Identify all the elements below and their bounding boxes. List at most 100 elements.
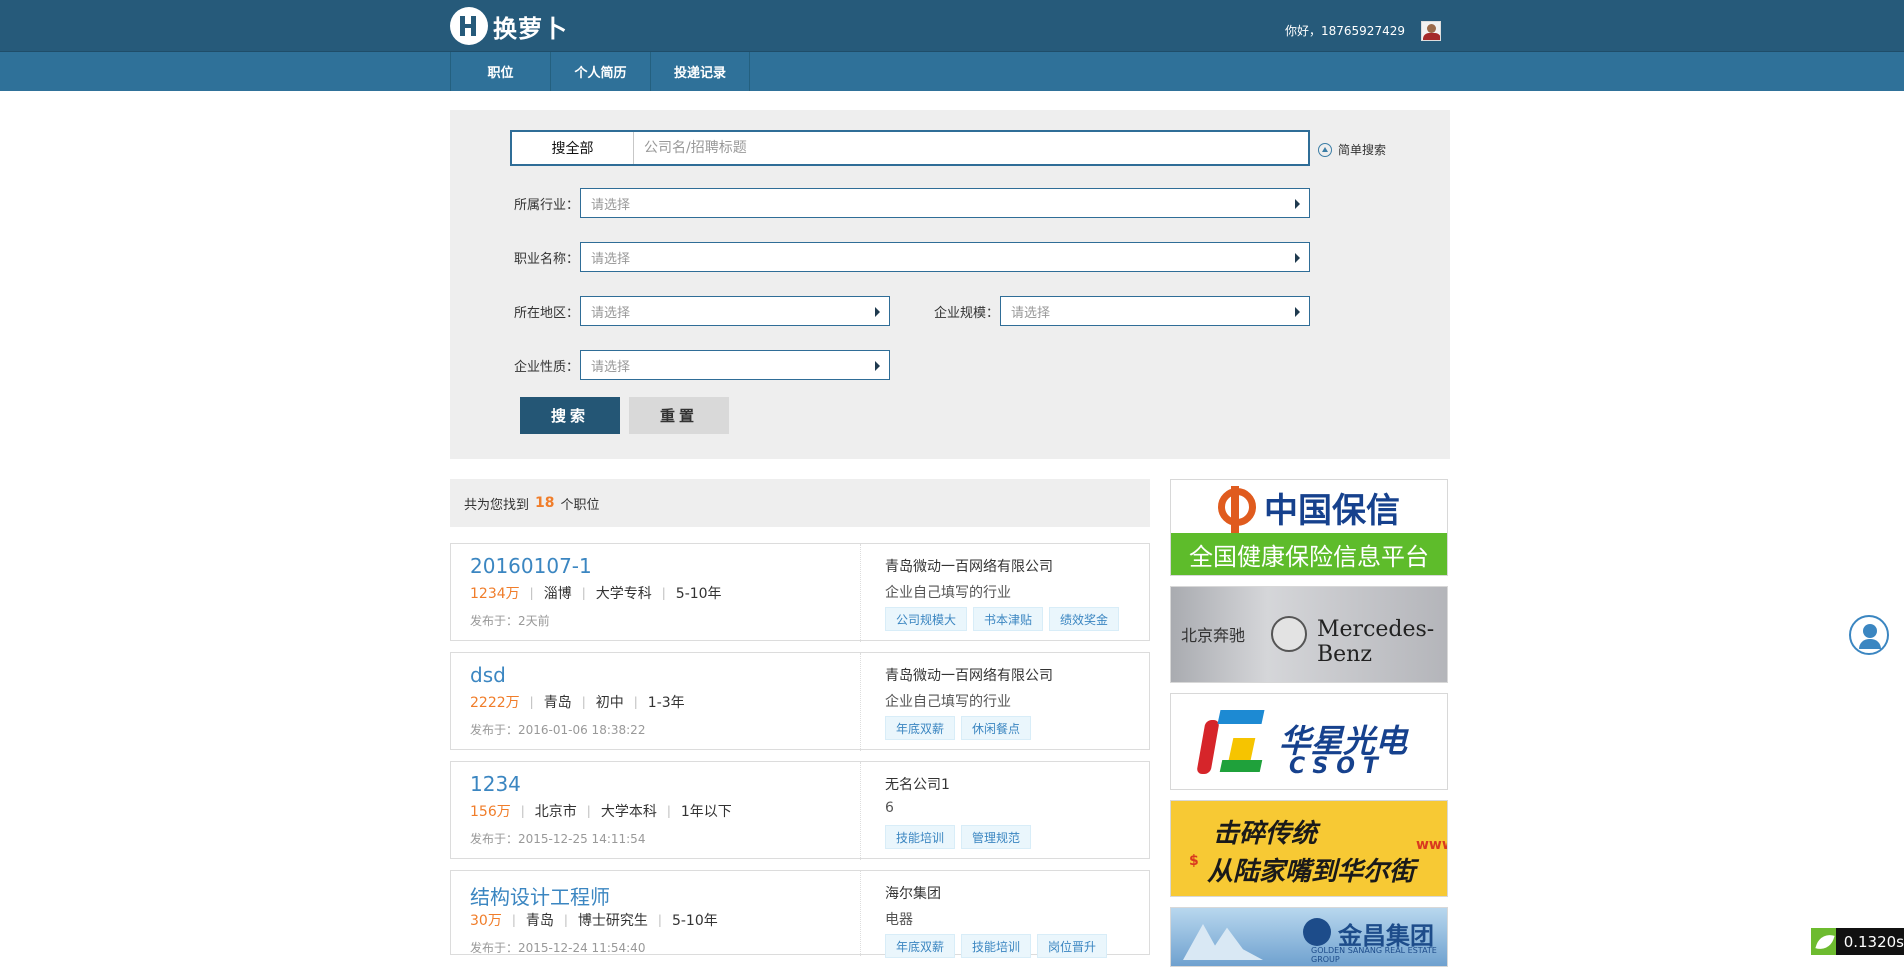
avatar[interactable] bbox=[1421, 21, 1441, 41]
job-location: 青岛 bbox=[543, 695, 572, 711]
result-suffix: 个职位 bbox=[560, 497, 600, 513]
dollar-icon: $ bbox=[1189, 853, 1199, 869]
reset-button[interactable]: 重置 bbox=[629, 397, 729, 434]
job-salary: 156万 bbox=[470, 804, 511, 820]
nav-item-jobs[interactable]: 职位 bbox=[450, 52, 550, 91]
job-date: 发布于：2016-01-06 18:38:22 bbox=[470, 723, 646, 737]
site-logo[interactable]: 换萝卜 bbox=[450, 6, 571, 46]
job-title-link[interactable]: 1234 bbox=[470, 772, 521, 796]
industry-label: 所属行业： bbox=[514, 198, 580, 213]
job-meta: 156万 | 北京市 | 大学本科 | 1年以下 bbox=[470, 801, 732, 821]
simple-search-label: 简单搜索 bbox=[1338, 143, 1387, 157]
scale-select[interactable]: 请选择 bbox=[1000, 296, 1310, 326]
job-location: 北京市 bbox=[534, 804, 577, 820]
job-main-info: 结构设计工程师 30万 | 青岛 | 博士研究生 | 5-10年 发布于：2015-1… bbox=[451, 871, 861, 956]
nav-item-resume[interactable]: 个人简历 bbox=[550, 52, 650, 91]
job-experience: 1年以下 bbox=[680, 804, 732, 820]
job-tags: 公司规模大 书本津贴 绩效奖金 bbox=[885, 607, 1120, 631]
nature-select[interactable]: 请选择 bbox=[580, 350, 890, 380]
benefit-tag: 休闲餐点 bbox=[961, 716, 1032, 740]
ad-en-name: Mercedes-Benz bbox=[1317, 617, 1435, 667]
timer-value: 0.1320s bbox=[1843, 932, 1904, 951]
simple-search-toggle[interactable]: 简单搜索 bbox=[1318, 141, 1386, 158]
company-name[interactable]: 青岛微动一百网络有限公司 bbox=[885, 556, 1053, 576]
search-input[interactable] bbox=[634, 132, 1308, 164]
ad-line-1: 击碎传统 bbox=[1213, 819, 1318, 849]
user-greeting[interactable]: 你好，18765927429 bbox=[1285, 22, 1405, 39]
job-name-select[interactable]: 请选择 bbox=[580, 242, 1310, 272]
ad-banner-csot[interactable]: 华星光电 CSOT bbox=[1170, 693, 1448, 790]
ad-cn-name: 北京奔驰 bbox=[1181, 626, 1246, 645]
ad-banner-china-insurance[interactable]: 中国保信 全国健康保险信息平台 bbox=[1170, 479, 1448, 576]
separator: | bbox=[511, 913, 516, 927]
caret-right-icon bbox=[1295, 307, 1300, 317]
job-title-link[interactable]: 20160107-1 bbox=[470, 554, 592, 578]
job-salary: 1234万 bbox=[470, 586, 520, 602]
ad-banner-mercedes[interactable]: 北京奔驰 Mercedes-Benz bbox=[1170, 586, 1448, 683]
nav-item-applications[interactable]: 投递记录 bbox=[650, 52, 750, 91]
industry-select[interactable]: 请选择 bbox=[580, 188, 1310, 218]
region-value: 请选择 bbox=[591, 305, 631, 321]
logo-icon bbox=[450, 7, 488, 45]
separator: | bbox=[581, 695, 586, 709]
search-button[interactable]: 搜索 bbox=[520, 397, 620, 434]
region-select[interactable]: 请选择 bbox=[580, 296, 890, 326]
caret-right-icon bbox=[1295, 253, 1300, 263]
nature-label: 企业性质： bbox=[514, 360, 580, 375]
benefit-tag: 年底双薪 bbox=[885, 716, 956, 740]
job-meta: 1234万 | 淄博 | 大学专科 | 5-10年 bbox=[470, 583, 722, 603]
job-experience: 5-10年 bbox=[675, 586, 722, 602]
ad-brand: 中国保信 bbox=[1264, 490, 1400, 531]
ad-banner-wall-street[interactable]: 击碎传统 从陆家嘴到华尔街 $ www bbox=[1170, 800, 1448, 897]
job-card[interactable]: 20160107-1 1234万 | 淄博 | 大学专科 | 5-10年 发布于：2天… bbox=[450, 543, 1150, 642]
job-name-value: 请选择 bbox=[591, 251, 631, 267]
job-main-info: 1234 156万 | 北京市 | 大学本科 | 1年以下 发布于：2015-12-2… bbox=[451, 762, 861, 860]
benefit-tag: 书本津贴 bbox=[973, 607, 1044, 631]
job-title-link[interactable]: 结构设计工程师 bbox=[470, 881, 610, 910]
logo-text: 换萝卜 bbox=[493, 14, 568, 43]
company-name[interactable]: 海尔集团 bbox=[885, 883, 941, 903]
result-count: 18 bbox=[535, 495, 555, 511]
avatar-head-icon bbox=[1427, 24, 1436, 33]
job-location: 淄博 bbox=[543, 586, 572, 602]
benefit-tag: 公司规模大 bbox=[885, 607, 968, 631]
job-main-info: 20160107-1 1234万 | 淄博 | 大学专科 | 5-10年 发布于：2天… bbox=[451, 544, 861, 642]
job-experience: 1-3年 bbox=[647, 695, 685, 711]
job-card[interactable]: 1234 156万 | 北京市 | 大学本科 | 1年以下 发布于：2015-12-2… bbox=[450, 761, 1150, 860]
job-tags: 年底双薪 技能培训 岗位晋升 bbox=[885, 934, 1108, 958]
job-main-info: dsd 2222万 | 青岛 | 初中 | 1-3年 发布于：2016-01-06 1… bbox=[451, 653, 861, 751]
ad-slogan: 全国健康保险信息平台 bbox=[1171, 533, 1447, 575]
separator: | bbox=[633, 695, 638, 709]
avatar-body-icon bbox=[1423, 33, 1440, 40]
jinchang-seal-icon bbox=[1303, 918, 1331, 946]
benefit-tag: 岗位晋升 bbox=[1037, 934, 1108, 958]
job-tags: 年底双薪 休闲餐点 bbox=[885, 716, 1032, 740]
job-date: 发布于：2015-12-25 14:11:54 bbox=[470, 832, 646, 846]
leaf-icon bbox=[1811, 928, 1836, 955]
company-name[interactable]: 青岛微动一百网络有限公司 bbox=[885, 665, 1053, 685]
search-scope-selector[interactable]: 搜全部 bbox=[512, 132, 634, 164]
separator: | bbox=[529, 586, 534, 600]
nav-item-label: 投递记录 bbox=[673, 66, 726, 81]
company-name[interactable]: 无名公司1 bbox=[885, 774, 950, 794]
customer-service-icon[interactable] bbox=[1849, 615, 1889, 655]
search-bar: 搜全部 bbox=[510, 130, 1310, 166]
ad-line-2: 从陆家嘴到华尔街 bbox=[1207, 857, 1416, 887]
job-salary: 2222万 bbox=[470, 695, 520, 711]
nav-item-label: 职位 bbox=[487, 66, 514, 81]
job-location: 青岛 bbox=[525, 913, 554, 929]
scale-value: 请选择 bbox=[1011, 305, 1051, 321]
job-card[interactable]: 结构设计工程师 30万 | 青岛 | 博士研究生 | 5-10年 发布于：2015-1… bbox=[450, 870, 1150, 958]
scale-label: 企业规模： bbox=[934, 306, 1000, 321]
ad-sub: GOLDEN SANANG REAL ESTATE GROUP bbox=[1311, 946, 1437, 964]
company-industry: 企业自己填写的行业 bbox=[885, 694, 1011, 710]
company-industry: 企业自己填写的行业 bbox=[885, 585, 1011, 601]
job-title-link[interactable]: dsd bbox=[470, 663, 506, 687]
company-industry: 6 bbox=[885, 800, 894, 816]
ad-sub: CSOT bbox=[1289, 754, 1386, 779]
benefit-tag: 技能培训 bbox=[885, 825, 956, 849]
job-education: 大学专科 bbox=[595, 586, 652, 602]
job-card[interactable]: dsd 2222万 | 青岛 | 初中 | 1-3年 发布于：2016-01-06 1… bbox=[450, 652, 1150, 751]
ad-banner-jinchang[interactable]: 金昌集团 GOLDEN SANANG REAL ESTATE GROUP bbox=[1170, 907, 1448, 967]
result-prefix: 共为您找到 bbox=[464, 497, 530, 513]
